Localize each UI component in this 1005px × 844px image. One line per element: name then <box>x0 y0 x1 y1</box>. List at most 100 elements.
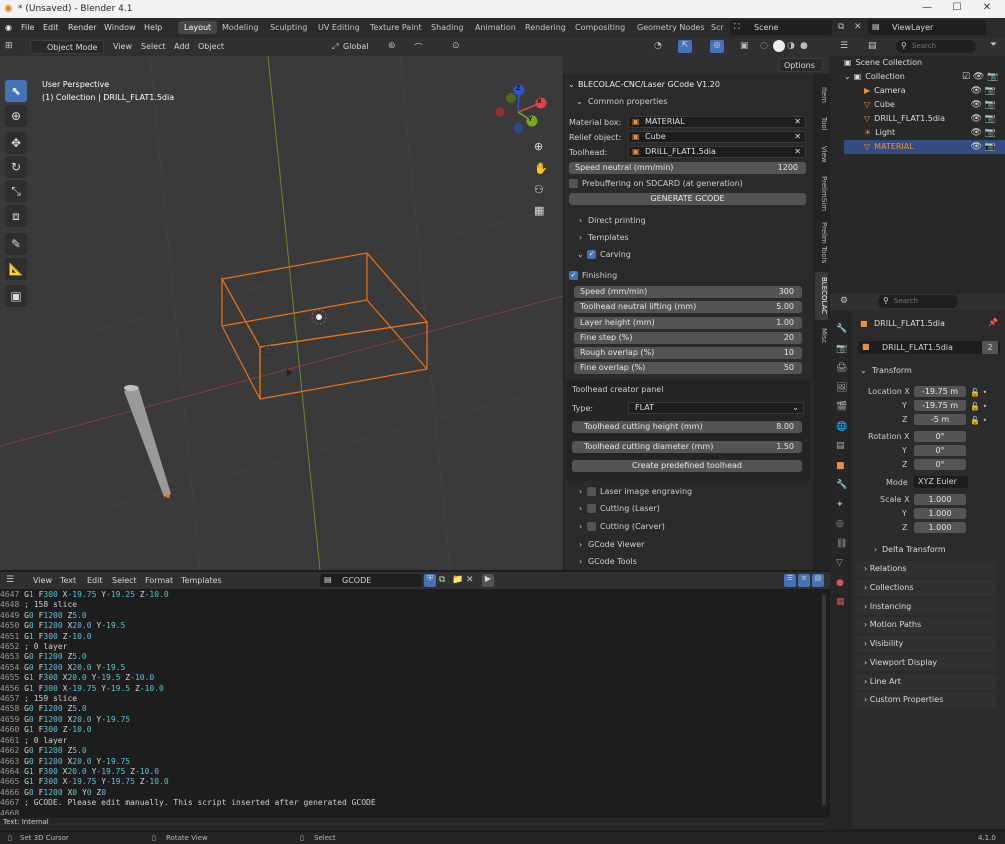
custom-properties-section[interactable]: › Custom Properties <box>856 692 996 708</box>
menu-edit[interactable]: Edit <box>87 576 103 585</box>
visibility-section[interactable]: › Visibility <box>856 636 996 652</box>
world-tab-icon[interactable]: 🌐 <box>836 418 847 438</box>
lock-icon[interactable]: 🔓 • <box>970 386 995 400</box>
tool-tab-icon[interactable]: 🔧 <box>836 320 847 340</box>
menu-render[interactable]: Render <box>68 23 96 32</box>
menu-window[interactable]: Window <box>104 23 136 32</box>
material-box-field[interactable]: ▣ MATERIAL ✕ <box>628 116 806 128</box>
location-x-field[interactable]: -19.75 m <box>914 386 966 397</box>
object-tab-icon[interactable]: ■ <box>836 457 847 477</box>
cutting-height-field[interactable]: Toolhead cutting height (mm) 8.00 <box>572 421 802 433</box>
rough-overlap-field[interactable]: Rough overlap (%) 10 <box>574 347 802 359</box>
outliner-editor-icon[interactable]: ☰ <box>840 41 848 51</box>
rotation-mode-dropdown[interactable]: XYZ Euler <box>914 476 968 488</box>
menu-view[interactable]: View <box>33 576 52 585</box>
tab-prelim-tools[interactable]: Prelim Tools <box>815 218 828 268</box>
properties-search[interactable]: ⚲ Search <box>878 295 958 308</box>
viewport-display-section[interactable]: › Viewport Display <box>856 655 996 671</box>
layer-height-field[interactable]: Layer height (mm) 1.00 <box>574 317 802 329</box>
tab-animation[interactable]: Animation <box>475 23 516 32</box>
wireframe-shading-icon[interactable]: ◌ <box>760 41 768 51</box>
tab-scripting[interactable]: Scr <box>711 23 724 32</box>
rotate-tool-button[interactable]: ↻ <box>5 156 27 178</box>
scene-selector[interactable]: ⛶ Scene <box>730 20 832 35</box>
cutting-carver-header[interactable]: Cutting (Carver) <box>587 522 665 531</box>
gizmo-y-label[interactable]: Y <box>528 116 532 123</box>
material-tab-icon[interactable]: ● <box>836 574 847 594</box>
menu-templates[interactable]: Templates <box>181 576 222 585</box>
outliner-search[interactable]: ⚲ Search <box>896 40 976 53</box>
particles-tab-icon[interactable]: ✦ <box>836 496 847 516</box>
tab-item[interactable]: Item <box>815 80 828 110</box>
proportional-edit-icon[interactable]: ⊙ <box>452 41 460 51</box>
tab-blecolac[interactable]: BLECOLAC <box>815 272 828 320</box>
rotation-x-field[interactable]: 0° <box>914 431 966 442</box>
collapse-chevron-icon[interactable]: ⌄ <box>568 80 575 89</box>
collection-tab-icon[interactable]: ▤ <box>836 437 847 457</box>
open-folder-icon[interactable]: 📁 <box>452 575 463 585</box>
pan-hand-icon[interactable]: ✋ <box>534 162 548 175</box>
eye-icon[interactable]: 👁 📷 <box>962 140 1002 154</box>
camera-view-icon[interactable]: ⚇ <box>534 183 544 196</box>
motion-paths-section[interactable]: › Motion Paths <box>856 617 996 633</box>
rotation-y-field[interactable]: 0° <box>914 445 966 456</box>
templates-header[interactable]: Templates <box>588 233 629 242</box>
laser-engraving-header[interactable]: Laser image engraving <box>587 487 692 496</box>
rotation-z-field[interactable]: 0° <box>914 459 966 470</box>
minimize-button[interactable]: — <box>912 2 942 13</box>
properties-editor-icon[interactable]: ⚙ <box>840 296 848 306</box>
overlay-toggle-icon[interactable]: ◎ <box>710 40 724 53</box>
eye-icon[interactable]: ☑ 👁 📷 <box>962 70 1002 84</box>
relief-object-field[interactable]: ▣ Cube ✕ <box>628 131 806 143</box>
rendered-shading-icon[interactable]: ● <box>800 41 808 51</box>
lock-icon[interactable]: 🔓 • <box>970 414 995 428</box>
tab-rendering[interactable]: Rendering <box>525 23 566 32</box>
snap-icon[interactable]: ⌒ <box>414 41 423 54</box>
menu-text[interactable]: Text <box>60 576 76 585</box>
code-area[interactable]: 4647 G1 F300 X-19.75 Y-19.25 Z-10.0 4648 … <box>0 590 822 815</box>
data-tab-icon[interactable]: ▽ <box>836 554 847 574</box>
menu-help[interactable]: Help <box>144 23 162 32</box>
common-properties-header[interactable]: Common properties <box>588 97 667 106</box>
delete-scene-icon[interactable]: ✕ <box>854 22 862 32</box>
addon-panel-title[interactable]: BLECOLAC-CNC/Laser GCode V1.20 <box>578 80 720 89</box>
clear-icon[interactable]: ✕ <box>794 117 801 127</box>
lock-keyframe-column[interactable]: 🔓 • 🔓 • 🔓 • <box>970 386 995 536</box>
tab-misc[interactable]: Misc <box>815 324 828 348</box>
location-y-field[interactable]: -19.75 m <box>914 400 966 411</box>
measure-tool-button[interactable]: 📐 <box>5 258 27 280</box>
menu-add[interactable]: Add <box>174 42 190 51</box>
fake-user-icon[interactable]: ⛨ <box>424 574 436 587</box>
tab-sculpting[interactable]: Sculpting <box>270 23 307 32</box>
object-mode-dropdown[interactable]: Object Mode <box>30 40 104 54</box>
tab-compositing[interactable]: Compositing <box>575 23 625 32</box>
speed-neutral-field[interactable]: Speed neutral (mm/min) 1200 <box>569 162 806 174</box>
transform-header[interactable]: Transform <box>872 366 912 375</box>
scale-tool-button[interactable]: ⤡ <box>5 180 27 202</box>
text-editor-icon[interactable]: ☰ <box>6 575 14 585</box>
generate-gcode-button[interactable]: GENERATE GCODE <box>569 193 806 205</box>
gizmo-toggle-icon[interactable]: ⇱ <box>678 40 692 53</box>
physics-tab-icon[interactable]: ◎ <box>836 515 847 535</box>
eye-icon[interactable]: 👁 📷 <box>962 112 1002 126</box>
type-dropdown[interactable]: FLAT ⌄ <box>628 402 804 414</box>
cursor-tool-button[interactable]: ⊕ <box>5 105 27 127</box>
pin-icon[interactable]: 📌 <box>988 318 998 327</box>
modifier-tab-icon[interactable]: 🔧 <box>836 476 847 496</box>
fine-step-field[interactable]: Fine step (%) 20 <box>574 332 802 344</box>
scene-tab-icon[interactable]: 🎬 <box>836 398 847 418</box>
menu-file[interactable]: File <box>21 23 34 32</box>
viewlayer-selector[interactable]: ▤ ViewLayer <box>868 20 986 35</box>
lock-icon[interactable]: 🔓 • <box>970 400 995 414</box>
eye-icon[interactable]: 👁 📷 <box>962 84 1002 98</box>
tab-uv-editing[interactable]: UV Editing <box>318 23 360 32</box>
direct-printing-header[interactable]: Direct printing <box>588 216 646 225</box>
delta-transform-header[interactable]: Delta Transform <box>882 545 946 554</box>
create-toolhead-button[interactable]: Create predefined toolhead <box>572 460 802 472</box>
text-datablock-field[interactable]: ▤ GCODE <box>320 574 422 587</box>
gizmo-x-label[interactable]: X <box>537 98 542 105</box>
location-z-field[interactable]: -5 m <box>914 414 966 425</box>
unlink-icon[interactable]: ✕ <box>466 575 474 585</box>
tab-tool[interactable]: Tool <box>815 112 828 136</box>
relations-section[interactable]: › Relations <box>856 561 996 577</box>
